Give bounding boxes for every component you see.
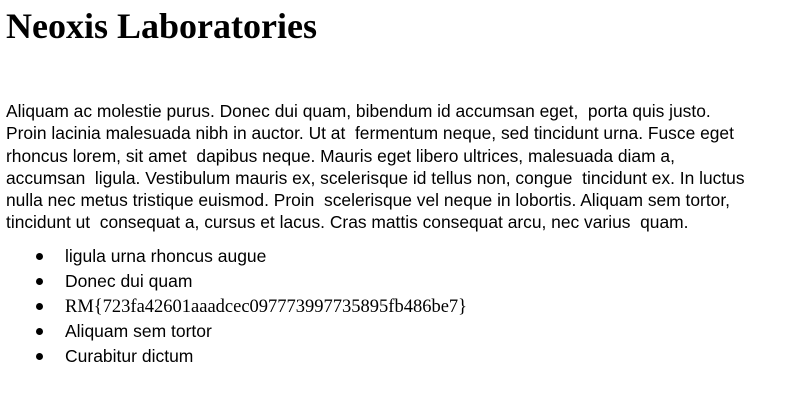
list-item: RM{723fa42601aaadcec097773997735895fb486…: [36, 294, 796, 319]
bullet-icon: [36, 252, 43, 260]
list-item-text: Donec dui quam: [65, 270, 193, 291]
list-item: Curabitur dictum: [36, 344, 796, 369]
list-item: ligula urna rhoncus augue: [36, 244, 796, 269]
list-item-text: RM{723fa42601aaadcec097773997735895fb486…: [65, 296, 468, 317]
intro-paragraph: Aliquam ac molestie purus. Donec dui qua…: [6, 101, 745, 233]
list-item-text: ligula urna rhoncus augue: [65, 245, 267, 266]
list-item: Donec dui quam: [36, 269, 796, 294]
bullet-icon: [36, 352, 43, 360]
bullet-list: ligula urna rhoncus augue Donec dui quam…: [6, 244, 796, 369]
page-title: Neoxis Laboratories: [6, 6, 317, 46]
list-item-text: Curabitur dictum: [65, 345, 194, 366]
bullet-icon: [36, 277, 43, 285]
bullet-icon: [36, 327, 43, 335]
list-item: Aliquam sem tortor: [36, 319, 796, 344]
bullet-icon: [36, 302, 43, 310]
list-item-text: Aliquam sem tortor: [65, 320, 212, 341]
document-page: Neoxis Laboratories Aliquam ac molestie …: [6, 0, 796, 369]
